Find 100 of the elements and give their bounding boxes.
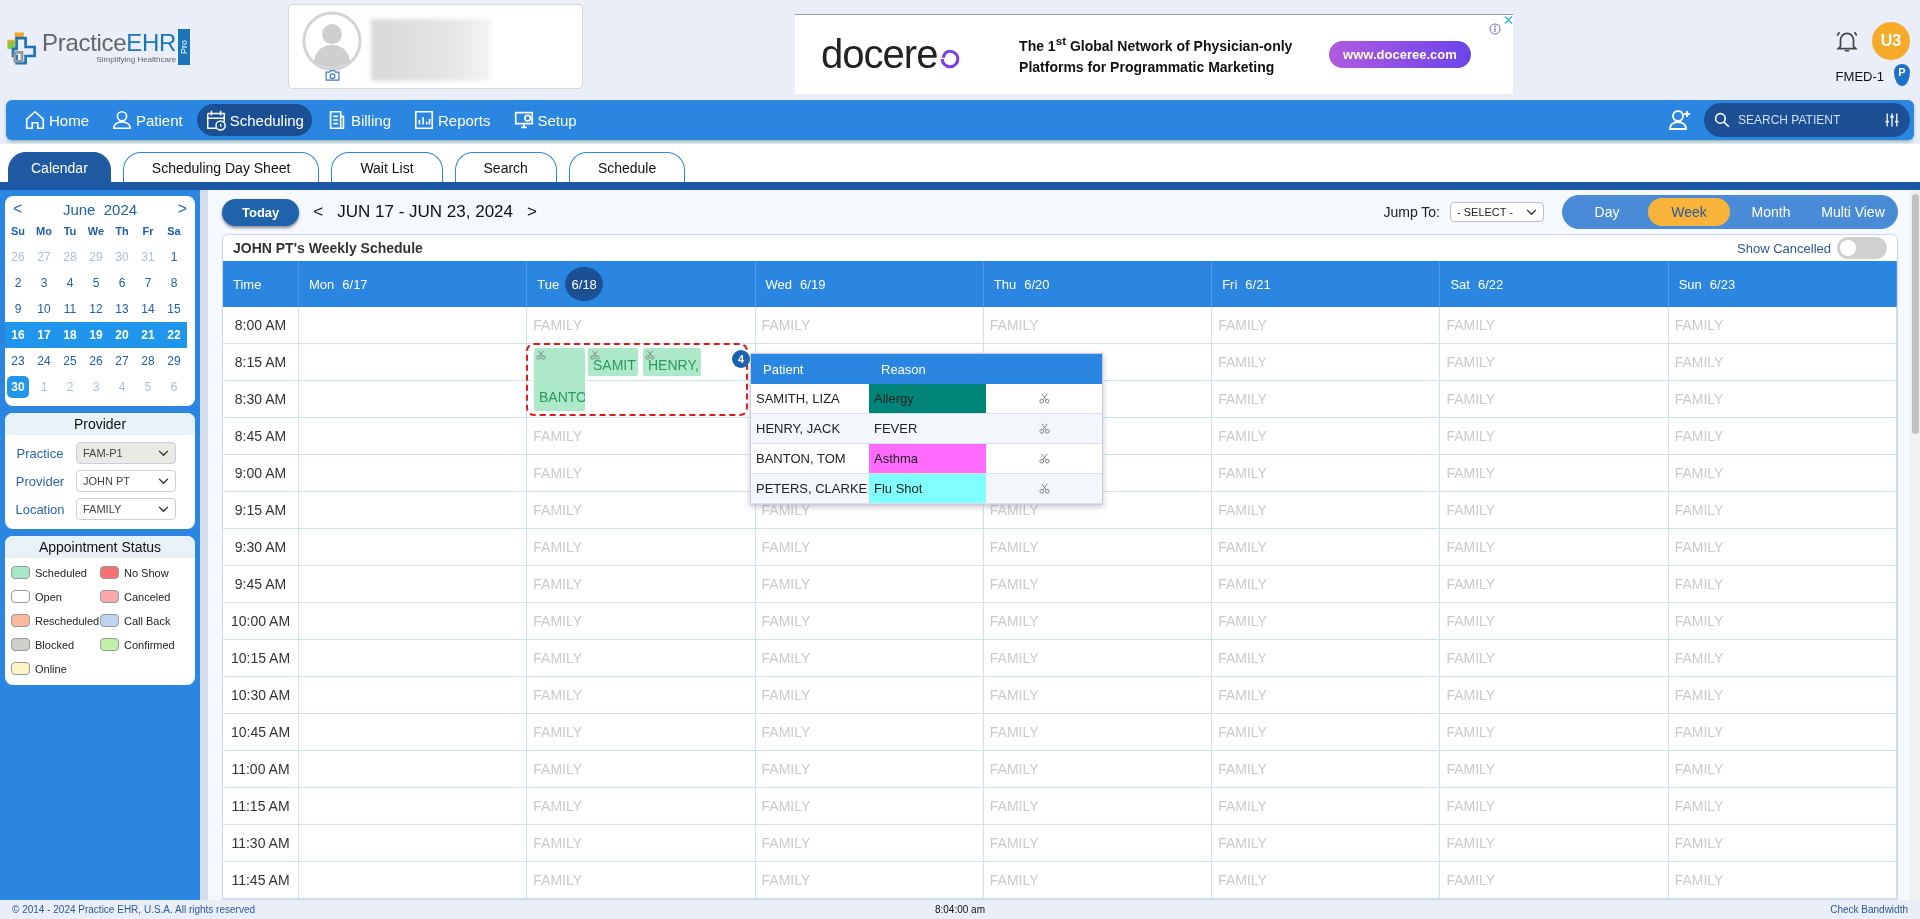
tab[interactable]: Wait List bbox=[331, 152, 443, 182]
monitor-icon bbox=[512, 109, 535, 131]
camera-icon[interactable] bbox=[323, 69, 341, 82]
calendar-day[interactable]: 12 bbox=[83, 298, 109, 320]
calendar-day[interactable]: 4 bbox=[57, 272, 83, 294]
scissors-icon[interactable] bbox=[1038, 483, 1050, 494]
nav-item[interactable]: Home bbox=[16, 104, 97, 136]
table-cell[interactable]: SAMITH, LIZA bbox=[751, 384, 869, 413]
practice-ehr-logo: PracticeEHR Simplifying Healthcare Pro bbox=[4, 30, 191, 64]
calendar-day[interactable]: 23 bbox=[5, 350, 31, 372]
calendar-day[interactable]: 11 bbox=[57, 298, 83, 320]
weekday-label: Su bbox=[9, 225, 27, 237]
ad-logo: docere bbox=[821, 32, 938, 77]
calendar-day[interactable]: 15 bbox=[161, 298, 187, 320]
time-cell: 8:15 AM bbox=[223, 344, 299, 380]
day-label: Sat bbox=[1450, 276, 1470, 292]
calendar-day[interactable]: 27 bbox=[109, 350, 135, 372]
today-button[interactable]: Today bbox=[222, 198, 300, 226]
nav-item[interactable]: Billing bbox=[317, 104, 399, 136]
chevron-down-icon bbox=[158, 477, 169, 485]
dropdown[interactable]: JOHN PT bbox=[76, 470, 176, 492]
calendar-day[interactable]: 28 bbox=[135, 350, 161, 372]
view-option[interactable]: Multi View bbox=[1812, 198, 1894, 226]
previous-week-button[interactable]: < bbox=[309, 202, 328, 222]
day-label: Mon bbox=[309, 276, 335, 292]
calendar-day[interactable]: 14 bbox=[135, 298, 161, 320]
scissors-icon[interactable] bbox=[1038, 423, 1050, 434]
view-option[interactable]: Day bbox=[1566, 198, 1648, 226]
calendar-day[interactable]: 3 bbox=[31, 272, 57, 294]
date-label: 6/18 bbox=[565, 267, 604, 301]
calendar-day[interactable]: 8 bbox=[161, 272, 187, 294]
time-cell: 10:45 AM bbox=[223, 714, 299, 750]
status-label: Online bbox=[35, 662, 67, 675]
weekday-label: Mo bbox=[35, 225, 53, 237]
calendar-day[interactable]: 29 bbox=[161, 350, 187, 372]
table-cell[interactable]: BANTON, TOM bbox=[751, 444, 869, 473]
toggle-switch[interactable] bbox=[1837, 237, 1887, 259]
scrollbar[interactable] bbox=[1910, 190, 1920, 900]
time-cell: 8:30 AM bbox=[223, 381, 299, 417]
weekday-label: Fr bbox=[141, 225, 155, 237]
calendar-day[interactable]: 13 bbox=[109, 298, 135, 320]
field-label: Practice bbox=[15, 445, 65, 461]
search-input[interactable]: SEARCH PATIENT bbox=[1736, 112, 1878, 128]
time-cell: 9:15 AM bbox=[223, 492, 299, 528]
close-icon[interactable] bbox=[1504, 15, 1514, 25]
ad-link-button[interactable]: www.doceree.com bbox=[1329, 41, 1471, 68]
status-label: Canceled bbox=[124, 590, 171, 603]
previous-month-button[interactable]: < bbox=[13, 200, 23, 218]
calendar-day[interactable]: 24 bbox=[31, 350, 57, 372]
copyright-text: © 2014 - 2024 Practice EHR, U.S.A. All rights reserved bbox=[12, 904, 257, 915]
field-label: Location bbox=[14, 501, 66, 517]
tab[interactable]: Calendar bbox=[8, 152, 111, 182]
status-label: Rescheduled bbox=[35, 614, 100, 627]
add-user-icon[interactable] bbox=[1668, 108, 1692, 132]
day-label: Thu bbox=[993, 276, 1017, 292]
info-icon[interactable] bbox=[1489, 23, 1502, 35]
column-header: Reason bbox=[880, 360, 927, 379]
tab[interactable]: Search bbox=[454, 152, 557, 182]
nav-item[interactable]: Scheduling bbox=[196, 104, 312, 136]
calendar-day[interactable]: 9 bbox=[5, 298, 31, 320]
scissors-icon[interactable] bbox=[1038, 393, 1050, 404]
nav-item[interactable]: Setup bbox=[504, 104, 585, 136]
ad-headline: The 1$^{st}$ Global Network of Physician-only Platforms for Programmatic Marketing bbox=[1019, 33, 1294, 78]
calendar-day[interactable]: 1 bbox=[161, 246, 187, 268]
view-option[interactable]: Week bbox=[1648, 198, 1730, 226]
calendar-day[interactable]: 25 bbox=[57, 350, 83, 372]
jump-to-dropdown[interactable]: - SELECT - bbox=[1450, 202, 1544, 222]
ad-banner[interactable]: docere The 1$^{st}$ Global Network of Physician-only Platforms for Programmatic Marketing www.doceree.com bbox=[795, 14, 1514, 94]
tab[interactable]: Scheduling Day Sheet bbox=[122, 152, 320, 182]
reason-cell: Allergy bbox=[869, 384, 986, 413]
calendar-day[interactable]: 2 bbox=[5, 272, 31, 294]
home-icon bbox=[24, 109, 46, 131]
location-pin-badge[interactable]: P bbox=[1894, 64, 1910, 86]
calendar-day[interactable]: 5 bbox=[83, 272, 109, 294]
table-cell[interactable]: HENRY, JACK bbox=[751, 414, 869, 443]
check-bandwidth-link[interactable]: Check Bandwidth bbox=[1276, 904, 1908, 915]
dropdown[interactable]: FAMILY bbox=[76, 498, 176, 520]
schedule-title: JOHN PT's Weekly Schedule bbox=[233, 240, 424, 256]
calendar-day[interactable]: 10 bbox=[31, 298, 57, 320]
calendar-day[interactable]: 6 bbox=[109, 272, 135, 294]
date-label: 6/20 bbox=[1023, 275, 1051, 294]
table-cell[interactable]: PETERS, CLARKE bbox=[751, 474, 869, 503]
reason-cell-text: FEVER bbox=[873, 420, 919, 438]
sliders-icon[interactable] bbox=[1884, 112, 1900, 128]
scissors-icon[interactable] bbox=[1038, 453, 1050, 464]
nav-item[interactable]: Reports bbox=[405, 104, 499, 136]
next-month-button[interactable]: > bbox=[177, 200, 187, 218]
nav-item[interactable]: Patient bbox=[103, 104, 191, 136]
calendar-day[interactable]: 7 bbox=[135, 272, 161, 294]
view-option[interactable]: Month bbox=[1730, 198, 1812, 226]
calendar-day[interactable]: 26 bbox=[83, 350, 109, 372]
time-cell: 11:00 AM bbox=[223, 751, 299, 787]
day-label: Wed bbox=[765, 276, 793, 292]
count-badge[interactable]: 4 bbox=[732, 350, 750, 368]
date-label: 6/19 bbox=[799, 275, 827, 294]
scissors-icon bbox=[590, 350, 600, 360]
chevron-down-icon bbox=[1526, 208, 1537, 216]
tab[interactable]: Schedule bbox=[568, 152, 686, 182]
search-field[interactable]: SEARCH PATIENT bbox=[1704, 103, 1910, 137]
next-week-button[interactable]: > bbox=[523, 202, 541, 222]
